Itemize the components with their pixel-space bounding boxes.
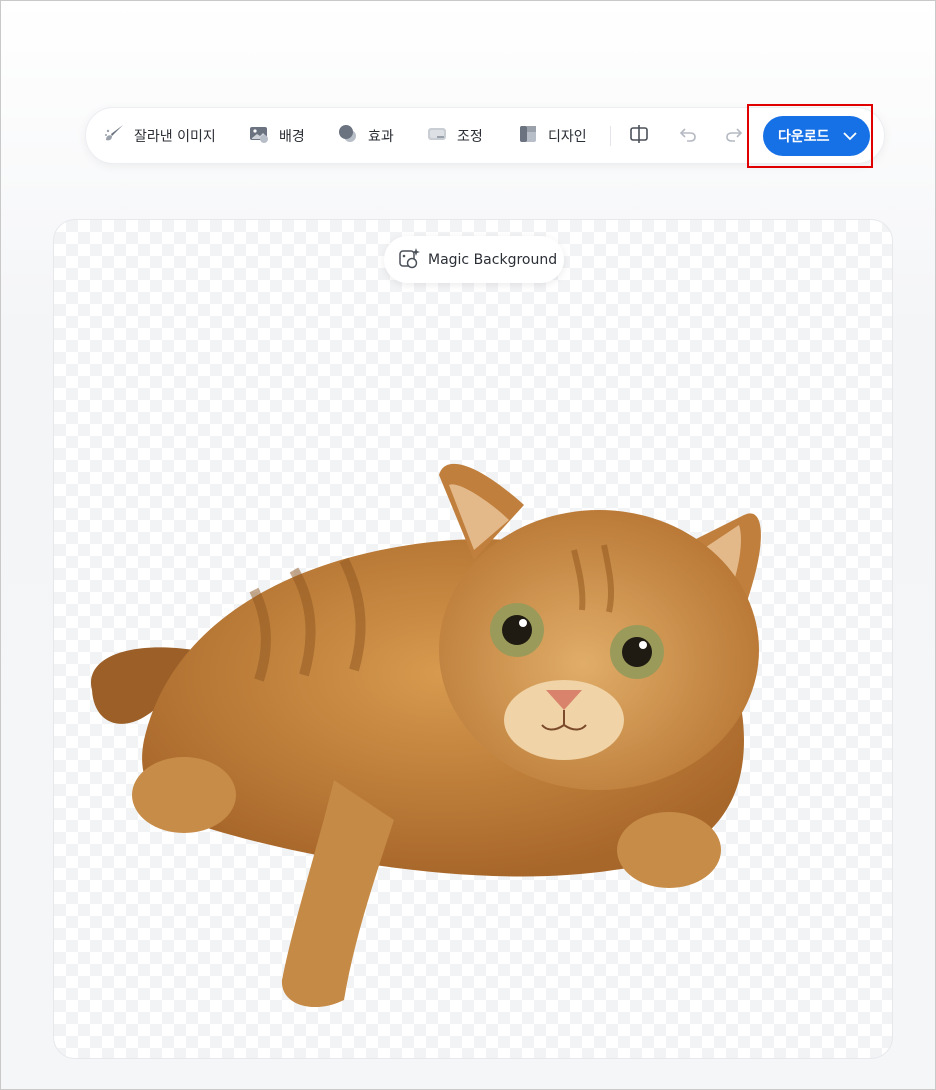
adjust-icon <box>426 123 448 149</box>
redo-button[interactable] <box>720 122 748 150</box>
tab-label: 효과 <box>368 128 394 145</box>
compare-button[interactable] <box>625 122 653 150</box>
image-canvas[interactable] <box>53 219 893 1059</box>
toolbar-divider <box>610 126 611 146</box>
compare-icon <box>628 123 650 149</box>
redo-icon <box>723 123 745 149</box>
cat-image <box>90 463 761 1008</box>
tab-label: 배경 <box>279 128 305 145</box>
brush-icon <box>103 123 125 149</box>
undo-button[interactable] <box>674 122 702 150</box>
tab-adjust[interactable]: 조정 <box>426 108 483 163</box>
highlight-box <box>747 104 873 168</box>
magic-background-label: Magic Background <box>428 251 558 268</box>
magic-background-button[interactable]: Magic Background <box>384 236 564 283</box>
image-icon <box>248 123 270 149</box>
undo-icon <box>677 123 699 149</box>
tab-label: 조정 <box>457 128 483 145</box>
tab-effects[interactable]: 효과 <box>337 108 394 163</box>
circles-icon <box>337 123 359 149</box>
tab-cutout-image[interactable]: 잘라낸 이미지 <box>103 108 216 163</box>
magic-sparkle-icon <box>398 247 420 273</box>
tab-label: 잘라낸 이미지 <box>134 128 216 145</box>
layout-icon <box>517 123 539 149</box>
tab-background[interactable]: 배경 <box>248 108 305 163</box>
tab-design[interactable]: 디자인 <box>517 108 587 163</box>
tab-label: 디자인 <box>548 128 587 145</box>
